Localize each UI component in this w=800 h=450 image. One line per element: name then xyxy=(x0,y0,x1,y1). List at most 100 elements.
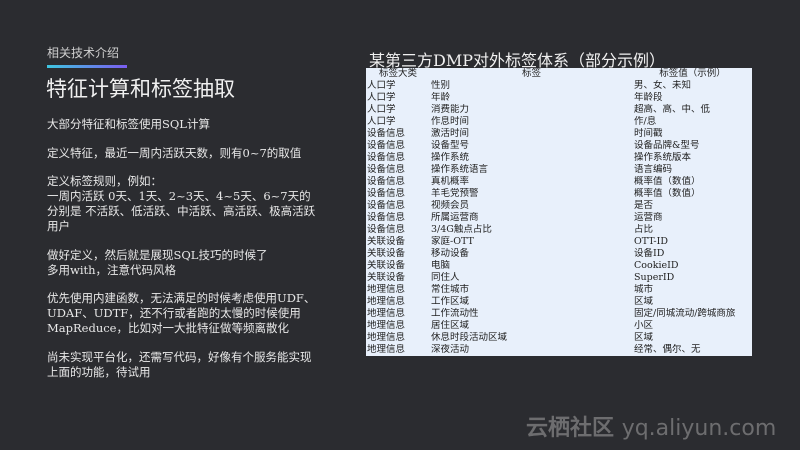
cell-value: 城市 xyxy=(634,284,654,295)
cell-category: 关联设备 xyxy=(367,272,406,283)
cell-value: 区域 xyxy=(634,296,654,307)
cell-category: 人口学 xyxy=(367,104,396,115)
cell-tag: 3/4G触点占比 xyxy=(431,224,492,235)
cell-tag: 激活时间 xyxy=(431,128,470,139)
paragraph: 尚未实现平台化，还需写代码，好像有个服务能实现 上面的功能，待试用 xyxy=(47,350,337,380)
cell-value: OTT-ID xyxy=(634,236,668,247)
tag-table: 标签大类 标签 标签值（示例） 人口学 性别 男、女、未知 人口学 年龄 年龄段 人口学 消费… xyxy=(366,68,752,356)
table-row: 设备信息 视频会员 是否 xyxy=(366,200,752,212)
table-row: 人口学 年龄 年龄段 xyxy=(366,92,752,104)
cell-value: SuperID xyxy=(634,272,675,283)
cell-value: 操作系统版本 xyxy=(634,152,692,163)
cell-category: 设备信息 xyxy=(367,152,406,163)
cell-tag: 年龄 xyxy=(431,92,451,103)
cell-category: 设备信息 xyxy=(367,176,406,187)
cell-value: 概率值（数值） xyxy=(634,188,701,199)
paragraph-line: 做好定义，然后就是展现SQL技巧的时候了 xyxy=(47,247,268,262)
cell-value: 小区 xyxy=(634,320,654,331)
header-category: 标签大类 xyxy=(378,68,417,79)
cell-category: 设备信息 xyxy=(367,164,406,175)
cell-category: 地理信息 xyxy=(367,344,406,355)
cell-value: 概率值（数值） xyxy=(634,176,701,187)
cell-tag: 视频会员 xyxy=(431,200,470,211)
cell-tag: 作息时间 xyxy=(431,116,470,127)
cell-category: 地理信息 xyxy=(367,296,406,307)
cell-category: 地理信息 xyxy=(367,332,406,343)
cell-tag: 性别 xyxy=(431,80,451,91)
paragraph-line: 优先使用内建函数，无法满足的时候考虑使用UDF、 xyxy=(47,291,316,305)
table-row: 地理信息 工作流动性 固定/同城流动/跨城商旅 xyxy=(366,308,752,320)
table-row: 人口学 作息时间 作/息 xyxy=(366,116,752,128)
watermark-logo: 云栖社区 yq.aliyun.com xyxy=(526,410,776,442)
paragraph-line: 尚未实现平台化，还需写代码，好像有个服务能实现 xyxy=(47,349,312,364)
cell-category: 设备信息 xyxy=(367,212,406,223)
table-row: 地理信息 休息时段活动区域 区域 xyxy=(366,332,752,344)
table-row: 关联设备 家庭-OTT OTT-ID xyxy=(366,236,752,248)
table-row: 设备信息 羊毛党预警 概率值（数值） xyxy=(366,188,752,200)
cell-category: 设备信息 xyxy=(367,128,406,139)
table-row: 设备信息 所属运营商 运营商 xyxy=(366,212,752,224)
cell-value: 语言编码 xyxy=(634,164,673,175)
paragraph: 定义标签规则，例如： 一周内活跃 0天、1天、2~3天、4~5天、6~7天的 分别是… xyxy=(47,174,337,234)
table-row: 关联设备 同住人 SuperID xyxy=(366,272,752,284)
paragraph: 做好定义，然后就是展现SQL技巧的时候了 多用with，注意代码风格 xyxy=(47,248,337,278)
section-label: 相关技术介绍 xyxy=(47,46,120,60)
cell-tag: 常住城市 xyxy=(431,284,470,295)
cell-value: 设备品牌&型号 xyxy=(634,140,700,151)
paragraph-line: 分别是 不活跃、低活跃、中活跃、高活跃、极高活跃 xyxy=(47,204,316,218)
accent-bar xyxy=(47,65,127,68)
cell-tag: 操作系统 xyxy=(431,152,470,163)
paragraph-line: 定义标签规则，例如： xyxy=(47,174,162,188)
cell-tag: 移动设备 xyxy=(431,248,470,259)
watermark-brand: 云栖社区 xyxy=(526,416,615,441)
cell-tag: 羊毛党预警 xyxy=(431,188,479,199)
cell-category: 人口学 xyxy=(367,92,396,103)
table-row: 设备信息 操作系统 操作系统版本 xyxy=(366,152,752,164)
paragraph: 优先使用内建函数，无法满足的时候考虑使用UDF、 UDAF、UDTF，还不行或者跑… xyxy=(47,291,337,336)
cell-tag: 休息时段活动区域 xyxy=(431,332,508,343)
table-row: 人口学 性别 男、女、未知 xyxy=(366,80,752,92)
cell-category: 人口学 xyxy=(367,116,396,127)
table-row: 设备信息 操作系统语言 语言编码 xyxy=(366,164,752,176)
table-row: 关联设备 电脑 CookieID xyxy=(366,260,752,272)
cell-value: 区域 xyxy=(634,332,654,343)
cell-category: 关联设备 xyxy=(367,260,406,271)
header-tag: 标签 xyxy=(521,68,541,79)
watermark-url: yq.aliyun.com xyxy=(621,416,777,441)
cell-value: 男、女、未知 xyxy=(634,80,692,91)
paragraph: 大部分特征和标签使用SQL计算 xyxy=(47,117,337,132)
table-row: 地理信息 居住区域 小区 xyxy=(366,320,752,332)
paragraph-line: MapReduce，比如对一大批特征做等频离散化 xyxy=(47,321,289,335)
body-text: 大部分特征和标签使用SQL计算 定义特征，最近一周内活跃天数，则有0~7的取值 定义… xyxy=(47,117,337,393)
table-row: 设备信息 设备型号 设备品牌&型号 xyxy=(366,140,752,152)
paragraph-line: 上面的功能，待试用 xyxy=(47,364,151,379)
cell-category: 设备信息 xyxy=(367,140,406,151)
cell-tag: 工作区域 xyxy=(431,296,470,307)
cell-value: 是否 xyxy=(634,200,654,211)
cell-value: 超高、高、中、低 xyxy=(634,104,711,115)
cell-tag: 家庭-OTT xyxy=(431,236,474,247)
cell-value: 占比 xyxy=(634,224,654,235)
cell-value: 经常、偶尔、无 xyxy=(634,344,701,355)
paragraph-line: 一周内活跃 0天、1天、2~3天、4~5天、6~7天的 xyxy=(47,189,311,203)
cell-tag: 电脑 xyxy=(431,260,451,271)
cell-tag: 操作系统语言 xyxy=(431,164,489,175)
cell-category: 地理信息 xyxy=(367,320,406,331)
cell-tag: 居住区域 xyxy=(431,320,470,331)
cell-category: 设备信息 xyxy=(367,188,406,199)
cell-value: 时间戳 xyxy=(634,128,663,139)
cell-tag: 真机概率 xyxy=(431,176,470,187)
cell-value: 年龄段 xyxy=(634,92,663,103)
paragraph-line: 定义特征，最近一周内活跃天数，则有0~7的取值 xyxy=(47,145,302,160)
slide-title: 特征计算和标签抽取 xyxy=(46,77,235,101)
cell-category: 人口学 xyxy=(367,80,396,91)
cell-category: 关联设备 xyxy=(367,236,406,247)
cell-value: 运营商 xyxy=(634,212,663,223)
cell-tag: 深夜活动 xyxy=(431,344,470,355)
cell-tag: 消费能力 xyxy=(431,104,470,115)
cell-tag: 所属运营商 xyxy=(431,212,479,223)
cell-category: 设备信息 xyxy=(367,224,406,235)
cell-category: 地理信息 xyxy=(367,308,406,319)
cell-value: 设备ID xyxy=(634,248,665,259)
cell-tag: 工作流动性 xyxy=(431,308,479,319)
